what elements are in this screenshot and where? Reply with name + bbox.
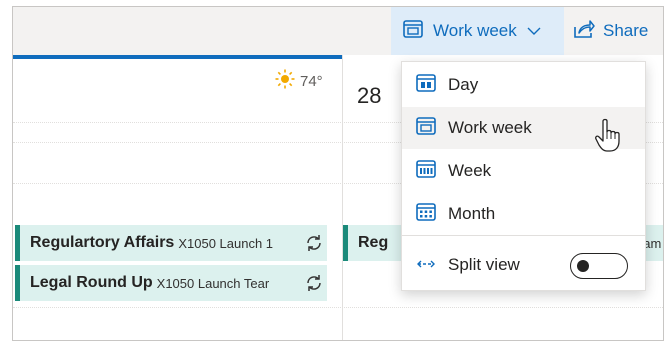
- sun-icon: [275, 69, 295, 93]
- calendar-event[interactable]: Legal Round Up X1050 Launch Tear: [15, 265, 327, 301]
- view-switcher-label: Work week: [433, 21, 517, 40]
- menu-item-month[interactable]: Month: [402, 193, 645, 235]
- recurring-icon: [305, 234, 323, 257]
- menu-item-label: Day: [448, 75, 479, 94]
- chevron-down-icon: [527, 23, 541, 39]
- menu-item-label: Work week: [448, 118, 532, 137]
- menu-item-label: Week: [448, 161, 492, 180]
- grid-line: [13, 307, 663, 308]
- hand-cursor-icon: [595, 118, 621, 157]
- calendar-week-icon: [416, 159, 436, 183]
- calendar-window: Work week Share 74° 28 Regulartory Affai…: [12, 6, 664, 341]
- split-view-toggle[interactable]: [570, 253, 628, 279]
- event-title: Reg: [358, 234, 389, 251]
- split-view-label: Split view: [448, 255, 520, 274]
- calendar-work-week-icon: [403, 19, 423, 43]
- view-switcher-button[interactable]: Work week: [391, 7, 564, 55]
- menu-divider: [402, 235, 645, 236]
- current-day-indicator: [13, 55, 343, 59]
- event-subtitle: X1050 Launch Tear: [156, 275, 270, 291]
- weather-forecast: 74°: [275, 69, 323, 93]
- calendar-work-week-icon: [416, 116, 436, 140]
- menu-item-label: Month: [448, 204, 496, 223]
- view-menu: Day Work week Week Month Split view: [401, 61, 646, 291]
- calendar-event[interactable]: Regulartory Affairs X1050 Launch 1: [15, 225, 327, 261]
- event-title: Legal Round Up: [30, 274, 153, 291]
- weather-temperature: 74°: [300, 72, 323, 90]
- toggle-knob: [577, 260, 589, 272]
- recurring-icon: [305, 274, 323, 297]
- menu-item-day[interactable]: Day: [402, 64, 645, 106]
- day-date-number: 28: [357, 83, 382, 108]
- toolbar: Work week Share: [13, 7, 663, 55]
- event-subtitle: X1050 Launch 1: [178, 235, 274, 251]
- event-title: Regulartory Affairs: [30, 234, 175, 251]
- calendar-day-icon: [416, 73, 436, 97]
- split-arrows-icon: [416, 256, 436, 274]
- share-label: Share: [603, 21, 649, 40]
- day-column-divider: [342, 55, 343, 340]
- share-button[interactable]: Share: [573, 7, 648, 55]
- calendar-month-icon: [416, 202, 436, 226]
- share-icon: [573, 19, 595, 44]
